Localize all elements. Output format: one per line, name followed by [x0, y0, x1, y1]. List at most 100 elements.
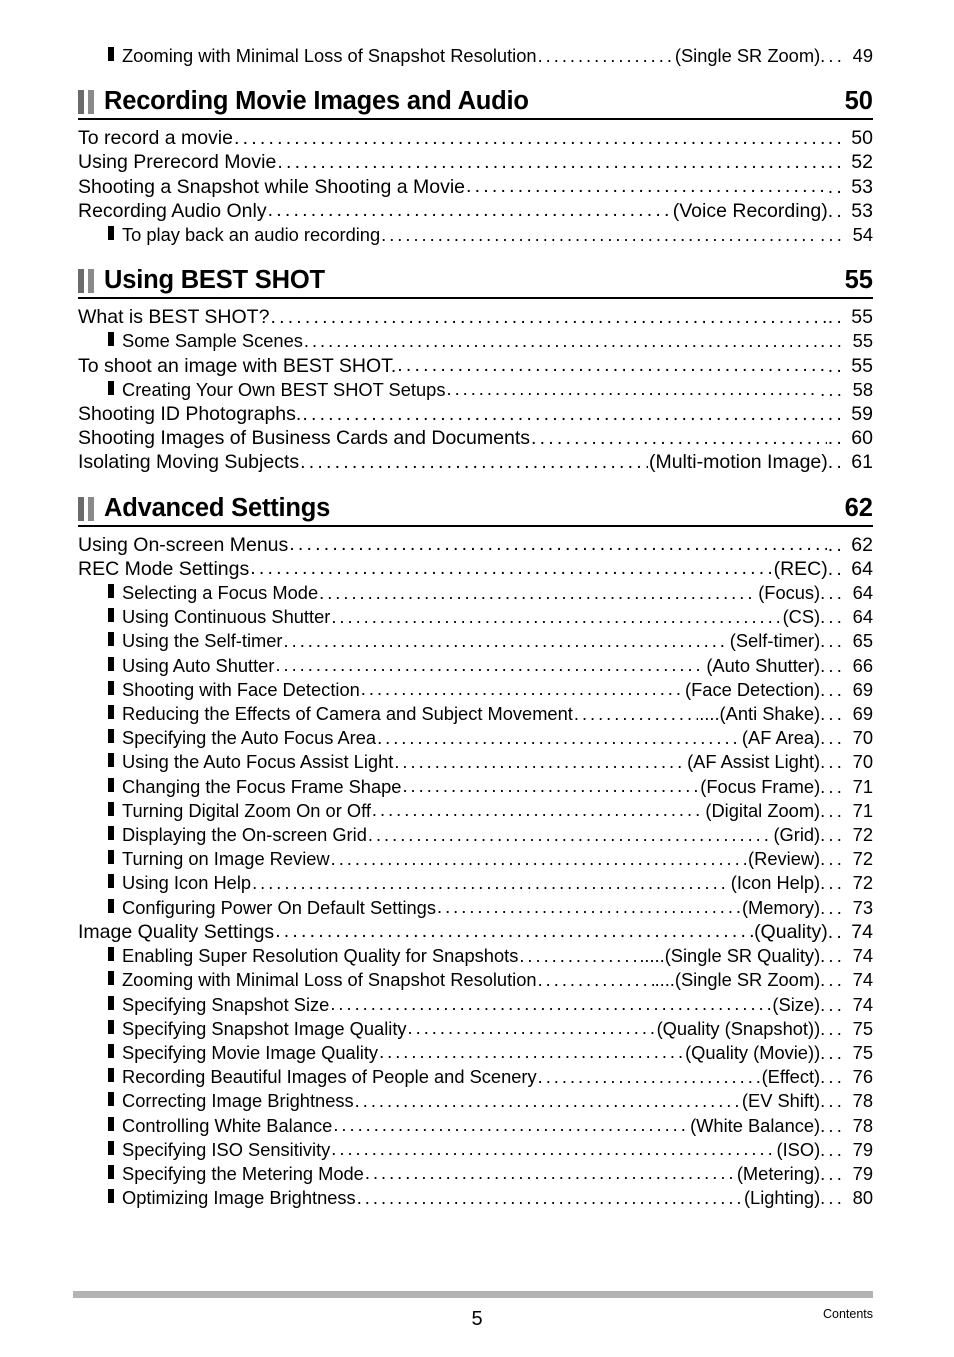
toc-entry-label: Using the Auto Focus Assist Light — [122, 751, 394, 773]
footer-section-label: Contents — [822, 1307, 873, 1321]
page-leader-dots: ... — [820, 1114, 845, 1136]
leader-dots: ........................................… — [356, 1186, 743, 1208]
toc-entry[interactable]: Controlling White Balance...............… — [78, 1114, 873, 1138]
toc-entry-label: Isolating Moving Subjects — [78, 451, 300, 474]
bullet-icon — [108, 656, 114, 671]
toc-entry-page: 64 — [851, 557, 873, 580]
page-leader-dots: ... — [820, 896, 845, 918]
leader-dots: ........................................… — [360, 678, 684, 700]
bullet-icon — [108, 1164, 114, 1179]
page-leader-dots: ... — [820, 330, 845, 352]
toc-entry-label: Shooting ID Photographs. — [78, 403, 302, 426]
toc-entry[interactable]: To play back an audio recording.........… — [78, 223, 873, 247]
toc-entry[interactable]: Shooting with Face Detection............… — [78, 678, 873, 702]
toc-entry-tail: ....(Single SR Zoom) — [654, 969, 821, 991]
toc-entry[interactable]: Using the Auto Focus Assist Light.......… — [78, 750, 873, 774]
toc-entry[interactable]: Specifying Snapshot Image Quality.......… — [78, 1017, 873, 1041]
bullet-icon — [108, 680, 114, 695]
leader-dots: ........................................… — [537, 1065, 761, 1087]
toc-entry-tail: (Quality (Movie)) — [685, 1041, 821, 1063]
toc-entry[interactable]: Image Quality Settings..................… — [78, 920, 873, 944]
toc-entry[interactable]: Correcting Image Brightness.............… — [78, 1089, 873, 1113]
toc-entry[interactable]: Recording Audio Only....................… — [78, 199, 873, 223]
toc-section-header[interactable]: Recording Movie Images and Audio 50 — [78, 86, 873, 121]
bullet-icon — [108, 947, 114, 962]
toc-entry[interactable]: Turning Digital Zoom On or Off..........… — [78, 799, 873, 823]
toc-entry-label: Turning on Image Review — [122, 848, 330, 870]
toc-entry-page: 71 — [852, 799, 873, 821]
toc-entry[interactable]: Selecting a Focus Mode..................… — [78, 581, 873, 605]
toc-entry[interactable]: Using Icon Help.........................… — [78, 871, 873, 895]
toc-section-title: Using BEST SHOT — [104, 266, 325, 295]
toc-entry[interactable]: Reducing the Effects of Camera and Subje… — [78, 702, 873, 726]
toc-entry[interactable]: Zooming with Minimal Loss of Snapshot Re… — [78, 968, 873, 992]
toc-section-page: 55 — [844, 266, 873, 295]
toc-entry-page: 53 — [851, 175, 873, 198]
toc-section-entries: To record a movie.......................… — [78, 120, 873, 247]
toc-entry-tail: (Grid) — [773, 824, 821, 846]
leader-dots: ........................................… — [275, 654, 705, 676]
toc-entry[interactable]: Some Sample Scenes......................… — [78, 329, 873, 353]
leader-dots: ........................................… — [381, 223, 820, 245]
page-leader-dots: .. — [827, 427, 845, 450]
toc-entry[interactable]: Using Auto Shutter......................… — [78, 654, 873, 678]
page-leader-dots: ... — [820, 630, 845, 652]
toc-entry-tail: (Size) — [772, 993, 821, 1015]
toc-entry[interactable]: Shooting Images of Business Cards and Do… — [78, 426, 873, 450]
toc-entry[interactable]: Enabling Super Resolution Quality for Sn… — [78, 944, 873, 968]
toc-entry[interactable]: Turning on Image Review.................… — [78, 847, 873, 871]
toc-entry-tail: (REC) — [773, 557, 828, 580]
toc-entry-page: 62 — [851, 533, 873, 556]
toc-entry-tail: (Quality) — [754, 920, 828, 943]
bullet-icon — [108, 850, 114, 865]
toc-entry[interactable]: Specifying ISO Sensitivity..............… — [78, 1138, 873, 1162]
toc-entry[interactable]: Specifying the Metering Mode............… — [78, 1162, 873, 1186]
toc-entry[interactable]: Using the Self-timer....................… — [78, 629, 873, 653]
toc-entry[interactable]: Shooting ID Photographs.................… — [78, 402, 873, 426]
toc-entry[interactable]: Specifying Snapshot Size................… — [78, 993, 873, 1017]
toc-entry-label: Specifying the Metering Mode — [122, 1162, 364, 1184]
toc-entry-tail: (Metering) — [736, 1162, 821, 1184]
toc-entry-label: Shooting Images of Business Cards and Do… — [78, 427, 530, 450]
toc-entry-page: 75 — [852, 1017, 873, 1039]
toc-entry[interactable]: Using Continuous Shutter................… — [78, 605, 873, 629]
bullet-icon — [108, 584, 114, 599]
toc-entry[interactable]: Configuring Power On Default Settings...… — [78, 896, 873, 920]
toc-entry[interactable]: Shooting a Snapshot while Shooting a Mov… — [78, 175, 873, 199]
leader-dots: ........................................… — [573, 702, 698, 724]
toc-entry-tail: (Multi-motion Image) — [648, 451, 828, 474]
toc-entry[interactable]: Using On-screen Menus...................… — [78, 533, 873, 557]
toc-entry-tail: (Icon Help) — [730, 872, 821, 894]
toc-entry[interactable]: Creating Your Own BEST SHOT Setups......… — [78, 378, 873, 402]
toc-entry-page: 79 — [852, 1162, 873, 1184]
page-leader-dots: ... — [820, 1187, 845, 1209]
toc-entry-page: 69 — [852, 678, 873, 700]
toc-entry-page: 58 — [852, 378, 873, 400]
toc-entry[interactable]: What is BEST SHOT?......................… — [78, 305, 873, 329]
page-leader-dots: ... — [820, 727, 845, 749]
toc-entry[interactable]: Displaying the On-screen Grid...........… — [78, 823, 873, 847]
toc-entry[interactable]: Optimizing Image Brightness.............… — [78, 1186, 873, 1210]
toc-entry[interactable]: Recording Beautiful Images of People and… — [78, 1065, 873, 1089]
toc-entry[interactable]: Changing the Focus Frame Shape..........… — [78, 775, 873, 799]
toc-section-header[interactable]: Advanced Settings 62 — [78, 493, 873, 527]
toc-section-header[interactable]: Using BEST SHOT 55 — [78, 265, 873, 300]
toc-entry-tail: (Voice Recording) — [672, 199, 828, 222]
page-leader-dots: .. — [827, 354, 845, 377]
toc-entry-label: Using Icon Help — [122, 872, 252, 894]
toc-entry[interactable]: Using Prerecord Movie...................… — [78, 150, 873, 174]
toc-entry[interactable]: Isolating Moving Subjects...............… — [78, 450, 873, 474]
toc-entry[interactable]: To record a movie.......................… — [78, 126, 873, 150]
bullet-icon — [108, 898, 114, 913]
toc-section-page: 62 — [844, 493, 873, 522]
leader-dots: ........................................… — [333, 1114, 690, 1136]
toc-entry[interactable]: Specifying Movie Image Quality..........… — [78, 1041, 873, 1065]
toc-entry-label: To record a movie — [78, 127, 233, 150]
toc-entry-label: Zooming with Minimal Loss of Snapshot Re… — [122, 969, 537, 991]
toc-entry[interactable]: To shoot an image with BEST SHOT........… — [78, 354, 873, 378]
bullet-icon — [108, 705, 114, 720]
toc-entry[interactable]: Zooming with Minimal Loss of Snapshot Re… — [78, 44, 873, 68]
toc-entry[interactable]: Specifying the Auto Focus Area..........… — [78, 726, 873, 750]
toc-entry[interactable]: REC Mode Settings.......................… — [78, 557, 873, 581]
toc-entry-page: 74 — [852, 993, 873, 1015]
